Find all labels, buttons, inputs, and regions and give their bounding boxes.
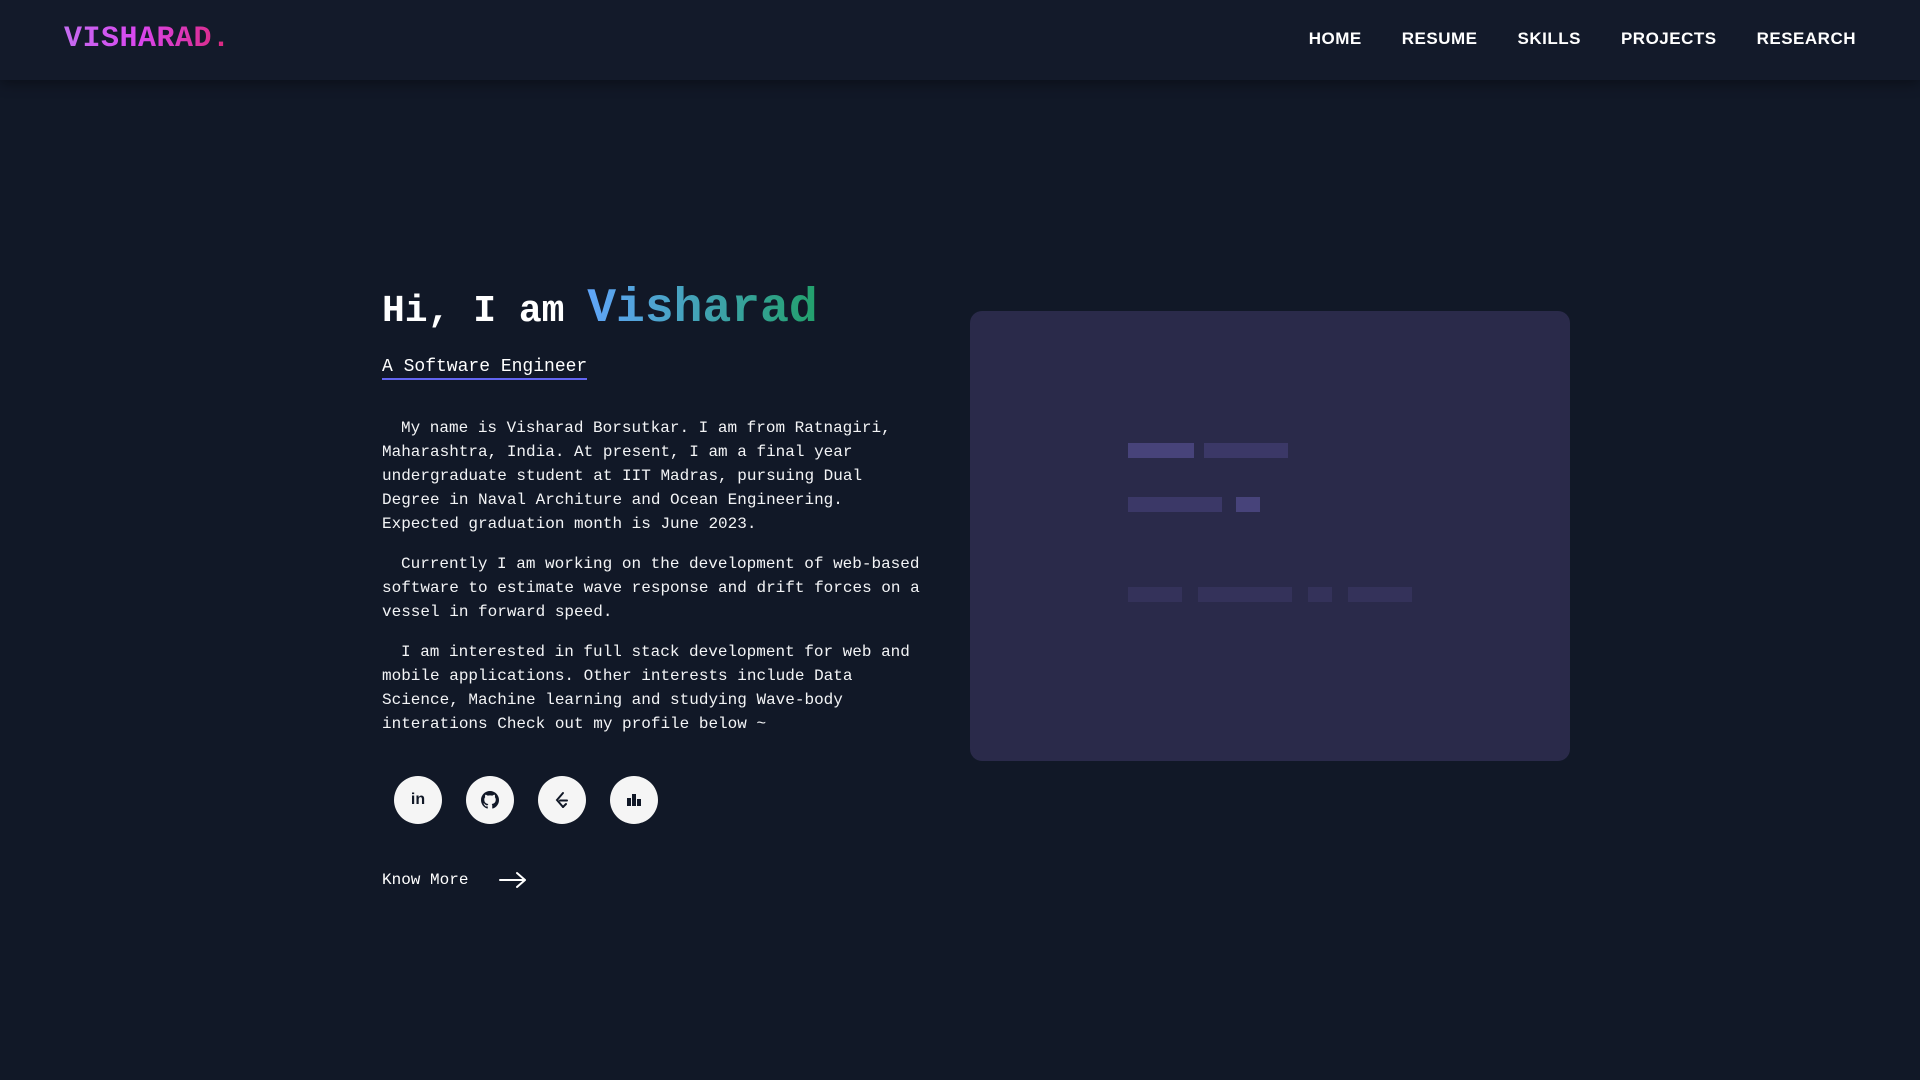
nav-resume[interactable]: RESUME: [1402, 29, 1478, 49]
linkedin-button[interactable]: in: [394, 776, 442, 824]
brand-logo[interactable]: VISHARAD.: [64, 22, 231, 56]
hero-intro: Hi, I am Visharad A Software Engineer My…: [382, 282, 922, 890]
arrow-right-icon: [499, 872, 527, 888]
code-preview-panel: [970, 311, 1570, 761]
github-icon: [481, 791, 499, 809]
nav-home[interactable]: HOME: [1309, 29, 1362, 49]
skeleton-line: [1236, 497, 1260, 512]
skeleton-line: [1128, 497, 1222, 512]
social-links: in: [394, 776, 922, 824]
skeleton-line: [1128, 443, 1194, 458]
know-more-label: Know More: [382, 871, 469, 889]
bio-paragraph: I am interested in full stack developmen…: [382, 643, 910, 733]
greeting-text: Hi, I am: [382, 290, 565, 333]
skeleton-line: [1198, 587, 1292, 602]
hero-greeting: Hi, I am Visharad: [382, 282, 922, 339]
kaggle-stats-icon: [627, 794, 641, 806]
hero-name: Visharad: [587, 282, 818, 336]
know-more-link[interactable]: Know More: [382, 870, 922, 890]
bio-paragraph: Currently I am working on the developmen…: [382, 555, 920, 621]
nav-research[interactable]: RESEARCH: [1757, 29, 1856, 49]
leetcode-icon: [555, 792, 568, 808]
hero-subtitle: A Software Engineer: [382, 357, 588, 380]
linkedin-icon: in: [410, 791, 426, 808]
bio-paragraph: My name is Visharad Borsutkar. I am from…: [382, 419, 891, 533]
nav-projects[interactable]: PROJECTS: [1621, 29, 1717, 49]
github-button[interactable]: [466, 776, 514, 824]
skeleton-line: [1204, 443, 1288, 458]
skeleton-line: [1128, 587, 1182, 602]
skeleton-line: [1348, 587, 1412, 602]
nav-skills[interactable]: SKILLS: [1518, 29, 1581, 49]
stats-button[interactable]: [610, 776, 658, 824]
nav-links: HOME RESUME SKILLS PROJECTS RESEARCH: [1309, 29, 1856, 49]
leetcode-button[interactable]: [538, 776, 586, 824]
navbar: VISHARAD. HOME RESUME SKILLS PROJECTS RE…: [0, 0, 1920, 80]
skeleton-line: [1308, 587, 1332, 602]
